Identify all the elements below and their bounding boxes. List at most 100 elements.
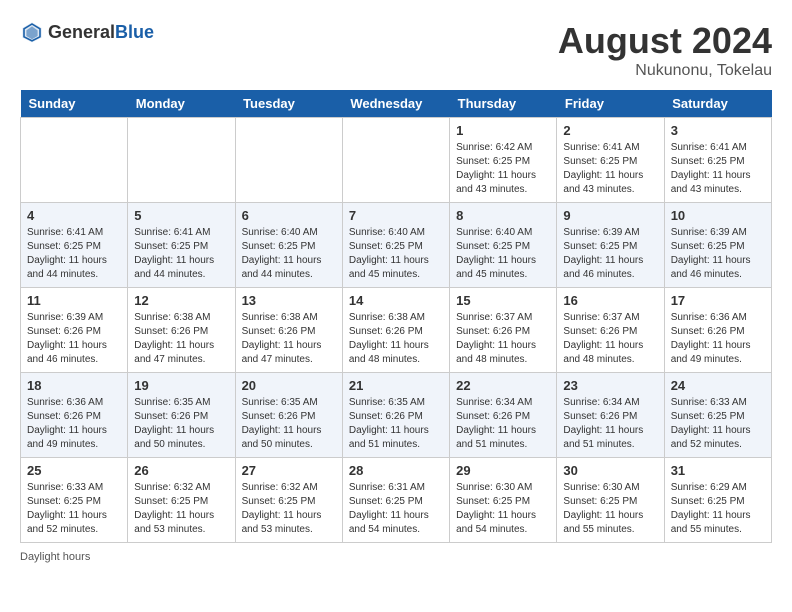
day-number: 1 (456, 123, 550, 138)
header-sunday: Sunday (21, 90, 128, 118)
calendar-cell: 6 Sunrise: 6:40 AM Sunset: 6:25 PM Daylig… (235, 203, 342, 288)
calendar-cell: 16 Sunrise: 6:37 AM Sunset: 6:26 PM Dayli… (557, 288, 664, 373)
calendar-cell: 3Sunrise: 6:41 AM Sunset: 6:25 PM Daylig… (664, 118, 771, 203)
day-number: 26 (134, 463, 228, 478)
cell-info: Sunrise: 6:35 AM Sunset: 6:26 PM Dayligh… (349, 396, 443, 452)
day-number: 3 (671, 123, 765, 138)
day-number: 17 (671, 293, 765, 308)
calendar-cell: 4Sunrise: 6:41 AM Sunset: 6:25 PM Daylig… (21, 203, 128, 288)
calendar-cell: 17 Sunrise: 6:36 AM Sunset: 6:26 PM Dayli… (664, 288, 771, 373)
day-number: 23 (563, 378, 657, 393)
title-section: August 2024 Nukunonu, Tokelau (558, 20, 772, 80)
day-number: 24 (671, 378, 765, 393)
cell-info: Sunrise: 6:40 AM Sunset: 6:25 PM Dayligh… (349, 226, 443, 282)
month-year-title: August 2024 (558, 20, 772, 62)
cell-info: Sunrise: 6:37 AM Sunset: 6:26 PM Dayligh… (563, 311, 657, 367)
header-thursday: Thursday (450, 90, 557, 118)
calendar-cell: 7 Sunrise: 6:40 AM Sunset: 6:25 PM Daylig… (342, 203, 449, 288)
cell-info: Sunrise: 6:35 AM Sunset: 6:26 PM Dayligh… (242, 396, 336, 452)
header-wednesday: Wednesday (342, 90, 449, 118)
day-number: 22 (456, 378, 550, 393)
header-monday: Monday (128, 90, 235, 118)
day-number: 19 (134, 378, 228, 393)
cell-info: Sunrise: 6:38 AM Sunset: 6:26 PM Dayligh… (134, 311, 228, 367)
calendar-cell: 10 Sunrise: 6:39 AM Sunset: 6:25 PM Dayli… (664, 203, 771, 288)
calendar-cell: 25Sunrise: 6:33 AM Sunset: 6:25 PM Dayli… (21, 458, 128, 543)
calendar-cell: 21 Sunrise: 6:35 AM Sunset: 6:26 PM Dayli… (342, 373, 449, 458)
cell-info: Sunrise: 6:36 AM Sunset: 6:26 PM Dayligh… (671, 311, 765, 367)
calendar-cell: 14 Sunrise: 6:38 AM Sunset: 6:26 PM Dayli… (342, 288, 449, 373)
cell-info: Sunrise: 6:39 AM Sunset: 6:25 PM Dayligh… (563, 226, 657, 282)
cell-info: Sunrise: 6:38 AM Sunset: 6:26 PM Dayligh… (349, 311, 443, 367)
cell-info: Sunrise: 6:31 AM Sunset: 6:25 PM Dayligh… (349, 481, 443, 537)
cell-info: Sunrise: 6:34 AM Sunset: 6:26 PM Dayligh… (563, 396, 657, 452)
cell-info: Sunrise: 6:32 AM Sunset: 6:25 PM Dayligh… (242, 481, 336, 537)
calendar-cell: 5 Sunrise: 6:41 AM Sunset: 6:25 PM Daylig… (128, 203, 235, 288)
day-number: 20 (242, 378, 336, 393)
day-number: 6 (242, 208, 336, 223)
day-number: 2 (563, 123, 657, 138)
day-number: 28 (349, 463, 443, 478)
day-number: 9 (563, 208, 657, 223)
calendar-week-4: 18 Sunrise: 6:36 AM Sunset: 6:26 PM Dayli… (21, 373, 772, 458)
calendar-cell (235, 118, 342, 203)
location-subtitle: Nukunonu, Tokelau (558, 62, 772, 80)
day-number: 30 (563, 463, 657, 478)
cell-info: Sunrise: 6:40 AM Sunset: 6:25 PM Dayligh… (242, 226, 336, 282)
calendar-table: Sunday Monday Tuesday Wednesday Thursday… (20, 90, 772, 543)
calendar-cell: 2 Sunrise: 6:41 AM Sunset: 6:25 PM Daylig… (557, 118, 664, 203)
cell-info: Sunrise: 6:36 AM Sunset: 6:26 PM Dayligh… (27, 396, 121, 452)
day-number: 15 (456, 293, 550, 308)
day-number: 18 (27, 378, 121, 393)
logo-icon (20, 20, 44, 44)
logo-text: GeneralBlue (48, 22, 154, 43)
cell-info: Sunrise: 6:34 AM Sunset: 6:26 PM Dayligh… (456, 396, 550, 452)
day-number: 27 (242, 463, 336, 478)
calendar-cell: 1Sunrise: 6:42 AM Sunset: 6:25 PM Daylig… (450, 118, 557, 203)
daylight-label: Daylight hours (20, 551, 90, 563)
day-number: 29 (456, 463, 550, 478)
day-number: 5 (134, 208, 228, 223)
cell-info: Sunrise: 6:37 AM Sunset: 6:26 PM Dayligh… (456, 311, 550, 367)
calendar-cell: 12 Sunrise: 6:38 AM Sunset: 6:26 PM Dayli… (128, 288, 235, 373)
calendar-cell: 26 Sunrise: 6:32 AM Sunset: 6:25 PM Dayli… (128, 458, 235, 543)
calendar-cell: 11Sunrise: 6:39 AM Sunset: 6:26 PM Dayli… (21, 288, 128, 373)
calendar-cell: 23 Sunrise: 6:34 AM Sunset: 6:26 PM Dayli… (557, 373, 664, 458)
day-number: 11 (27, 293, 121, 308)
calendar-cell: 13Sunrise: 6:38 AM Sunset: 6:26 PM Dayli… (235, 288, 342, 373)
calendar-cell: 8 Sunrise: 6:40 AM Sunset: 6:25 PM Daylig… (450, 203, 557, 288)
day-number: 12 (134, 293, 228, 308)
calendar-cell: 31Sunrise: 6:29 AM Sunset: 6:25 PM Dayli… (664, 458, 771, 543)
calendar-cell: 15 Sunrise: 6:37 AM Sunset: 6:26 PM Dayli… (450, 288, 557, 373)
day-number: 21 (349, 378, 443, 393)
cell-info: Sunrise: 6:41 AM Sunset: 6:25 PM Dayligh… (563, 141, 657, 197)
cell-info: Sunrise: 6:35 AM Sunset: 6:26 PM Dayligh… (134, 396, 228, 452)
cell-info: Sunrise: 6:32 AM Sunset: 6:25 PM Dayligh… (134, 481, 228, 537)
day-number: 25 (27, 463, 121, 478)
calendar-week-3: 11Sunrise: 6:39 AM Sunset: 6:26 PM Dayli… (21, 288, 772, 373)
calendar-week-5: 25Sunrise: 6:33 AM Sunset: 6:25 PM Dayli… (21, 458, 772, 543)
header-saturday: Saturday (664, 90, 771, 118)
header-tuesday: Tuesday (235, 90, 342, 118)
calendar-cell: 27 Sunrise: 6:32 AM Sunset: 6:25 PM Dayli… (235, 458, 342, 543)
cell-info: Sunrise: 6:33 AM Sunset: 6:25 PM Dayligh… (671, 396, 765, 452)
cell-info: Sunrise: 6:39 AM Sunset: 6:25 PM Dayligh… (671, 226, 765, 282)
logo: GeneralBlue (20, 20, 154, 44)
cell-info: Sunrise: 6:38 AM Sunset: 6:26 PM Dayligh… (242, 311, 336, 367)
day-number: 10 (671, 208, 765, 223)
calendar-cell: 20 Sunrise: 6:35 AM Sunset: 6:26 PM Dayli… (235, 373, 342, 458)
cell-info: Sunrise: 6:40 AM Sunset: 6:25 PM Dayligh… (456, 226, 550, 282)
day-number: 14 (349, 293, 443, 308)
cell-info: Sunrise: 6:30 AM Sunset: 6:25 PM Dayligh… (456, 481, 550, 537)
calendar-cell: 30Sunrise: 6:30 AM Sunset: 6:25 PM Dayli… (557, 458, 664, 543)
calendar-cell: 22 Sunrise: 6:34 AM Sunset: 6:26 PM Dayli… (450, 373, 557, 458)
calendar-cell: 28 Sunrise: 6:31 AM Sunset: 6:25 PM Dayli… (342, 458, 449, 543)
calendar-cell: 18 Sunrise: 6:36 AM Sunset: 6:26 PM Dayli… (21, 373, 128, 458)
header-row: Sunday Monday Tuesday Wednesday Thursday… (21, 90, 772, 118)
day-number: 8 (456, 208, 550, 223)
day-number: 7 (349, 208, 443, 223)
header-friday: Friday (557, 90, 664, 118)
calendar-cell: 19 Sunrise: 6:35 AM Sunset: 6:26 PM Dayli… (128, 373, 235, 458)
day-number: 16 (563, 293, 657, 308)
cell-info: Sunrise: 6:41 AM Sunset: 6:25 PM Dayligh… (134, 226, 228, 282)
